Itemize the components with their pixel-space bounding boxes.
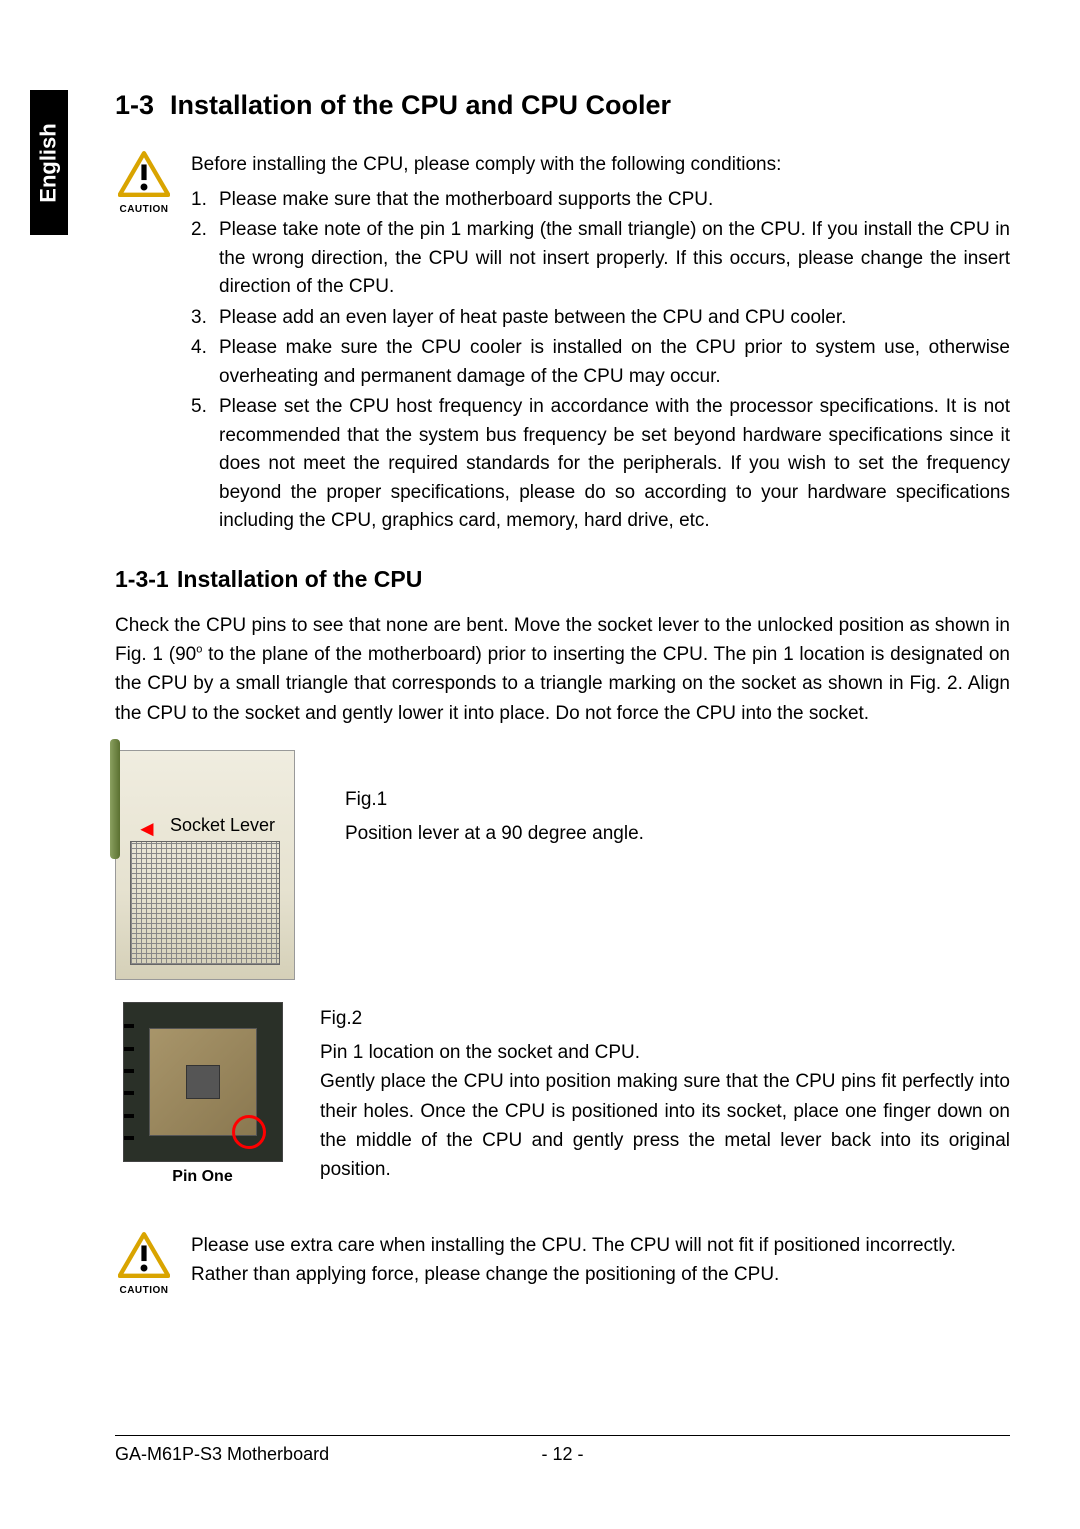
figure-1-number: Fig.1 (345, 785, 1010, 814)
section-number: 1-3 (115, 90, 170, 121)
caution-icon (118, 1232, 170, 1278)
condition-item: 4.Please make sure the CPU cooler is ins… (191, 334, 1010, 391)
caution-intro: Before installing the CPU, please comply… (191, 151, 1010, 180)
caution-block-2: CAUTION Please use extra care when insta… (115, 1232, 1010, 1296)
arrow-left-icon: ◄ (136, 816, 158, 842)
socket-diagram: ◄ Socket Lever (115, 750, 295, 980)
caution-text-2: Please use extra care when installing th… (191, 1232, 1010, 1289)
caution-block-1: CAUTION Before installing the CPU, pleas… (115, 151, 1010, 538)
condition-item: 2.Please take note of the pin 1 marking … (191, 216, 1010, 302)
subsection-title-text: Installation of the CPU (177, 566, 422, 592)
page-footer: GA-M61P-S3 Motherboard - 12 - (115, 1435, 1010, 1465)
section-heading: 1-3Installation of the CPU and CPU Coole… (115, 90, 1010, 121)
condition-item: 5.Please set the CPU host frequency in a… (191, 393, 1010, 536)
figure-1-caption: Fig.1 Position lever at a 90 degree angl… (345, 750, 1010, 848)
pin-one-marker-icon (232, 1115, 266, 1149)
condition-item: 3.Please add an even layer of heat paste… (191, 304, 1010, 333)
figure-1-image: ◄ Socket Lever (115, 750, 315, 980)
caution-icon-wrap: CAUTION (115, 151, 173, 215)
caution-icon-wrap-2: CAUTION (115, 1232, 173, 1296)
pin-bars-shape (124, 1015, 134, 1149)
figure-2-number: Fig.2 (320, 1004, 1010, 1033)
footer-page-number: - 12 - (541, 1444, 583, 1465)
caution-label-1: CAUTION (115, 204, 173, 215)
caution-label-2: CAUTION (115, 1285, 173, 1296)
cpu-die-shape (186, 1065, 220, 1099)
subsection-heading: 1-3-1Installation of the CPU (115, 566, 1010, 593)
caution-icon (118, 151, 170, 197)
section-title-text: Installation of the CPU and CPU Cooler (170, 90, 671, 120)
subsection-number: 1-3-1 (115, 566, 177, 593)
cpu-diagram (123, 1002, 283, 1162)
figure-2-body: Gently place the CPU into position makin… (320, 1067, 1010, 1185)
figure-2-image: Pin One (115, 1002, 290, 1186)
figure-2-caption: Fig.2 Pin 1 location on the socket and C… (320, 1002, 1010, 1185)
caution-text-1: Before installing the CPU, please comply… (191, 151, 1010, 538)
conditions-list: 1.Please make sure that the motherboard … (191, 186, 1010, 536)
figure-1-text: Position lever at a 90 degree angle. (345, 819, 1010, 848)
condition-item: 1.Please make sure that the motherboard … (191, 186, 1010, 215)
pin-grid-shape (130, 841, 280, 965)
socket-lever-label: Socket Lever (170, 815, 275, 836)
footer-title: GA-M61P-S3 Motherboard (115, 1444, 329, 1465)
socket-lever-shape (110, 739, 120, 859)
body-paragraph-1: Check the CPU pins to see that none are … (115, 611, 1010, 729)
figure-2-text: Pin 1 location on the socket and CPU. (320, 1038, 1010, 1067)
figure-1-row: ◄ Socket Lever Fig.1 Position lever at a… (115, 750, 1010, 980)
figure-2-row: Pin One Fig.2 Pin 1 location on the sock… (115, 1002, 1010, 1186)
pin-one-label: Pin One (115, 1168, 290, 1186)
